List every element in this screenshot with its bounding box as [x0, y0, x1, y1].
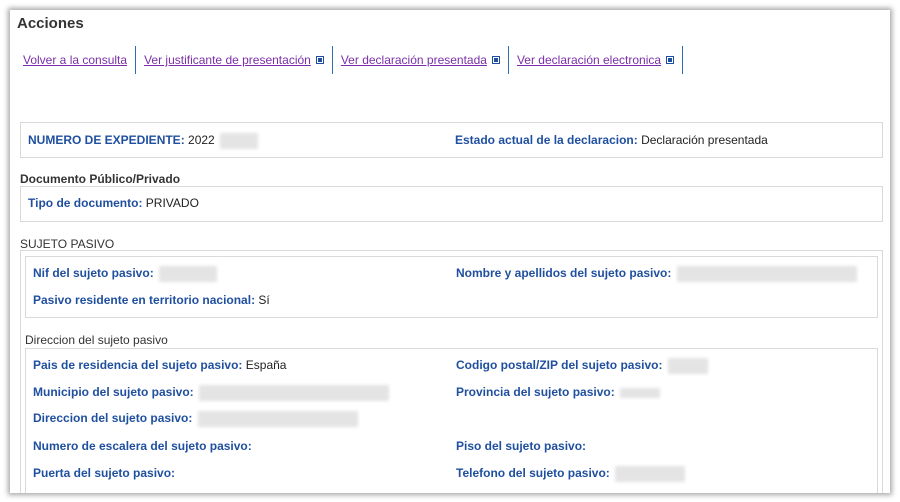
ver-declaracion-presentada-link[interactable]: Ver declaración presentada: [333, 46, 509, 74]
estado-row: Estado actual de la declaracion: Declara…: [455, 133, 768, 147]
municipio-label: Municipio del sujeto pasivo:: [33, 385, 194, 400]
redacted-block: [220, 133, 259, 149]
provincia-row: Provincia del sujeto pasivo:: [456, 385, 661, 399]
piso-label: Piso del sujeto pasivo:: [456, 439, 587, 453]
sujeto-section-label: SUJETO PASIVO: [20, 237, 115, 251]
pais-value: España: [245, 358, 287, 372]
ver-declaracion-presentada-label: Ver declaración presentada: [340, 53, 487, 67]
tipo-documento-row: Tipo de documento: PRIVADO: [28, 196, 199, 210]
acciones-title: Acciones: [17, 15, 84, 32]
direccion-section-label: Direccion del sujeto pasivo: [25, 333, 168, 347]
residente-label: Pasivo residente en territorio nacional:: [33, 293, 256, 307]
escalera-label: Numero de escalera del sujeto pasivo:: [33, 439, 252, 453]
escalera-row: Numero de escalera del sujeto pasivo:: [33, 439, 252, 453]
puerta-label: Puerta del sujeto pasivo:: [33, 466, 176, 480]
nombre-label: Nombre y apellidos del sujeto pasivo:: [456, 266, 672, 281]
pais-row: Pais de residencia del sujeto pasivo: Es…: [33, 358, 286, 372]
expediente-row: NUMERO DE EXPEDIENTE: 2022: [28, 133, 259, 149]
sujeto-outer-box: Nif del sujeto pasivo: Nombre y apellido…: [20, 250, 883, 493]
direccion-row: Direccion del sujeto pasivo:: [33, 411, 358, 427]
redacted-block: [676, 266, 857, 282]
codigo-postal-label: Codigo postal/ZIP del sujeto pasivo:: [456, 358, 663, 373]
direccion-label: Direccion del sujeto pasivo:: [33, 411, 193, 426]
redacted-block: [615, 466, 686, 482]
direccion-box: Pais de residencia del sujeto pasivo: Es…: [25, 348, 878, 493]
puerta-row: Puerta del sujeto pasivo:: [33, 466, 175, 480]
piso-row: Piso del sujeto pasivo:: [456, 439, 586, 453]
content-panel: Acciones Volver a la consulta Ver justif…: [10, 10, 890, 493]
volver-consulta-label: Volver a la consulta: [23, 53, 128, 67]
expediente-box: NUMERO DE EXPEDIENTE: 2022 Estado actual…: [20, 122, 883, 158]
telefono-label: Telefono del sujeto pasivo:: [456, 466, 610, 481]
sujeto-section-title: SUJETO PASIVO: [20, 237, 114, 251]
ver-declaracion-electronica-label: Ver declaración electronica: [516, 53, 662, 67]
redacted-block: [197, 411, 358, 427]
telefono-row: Telefono del sujeto pasivo:: [456, 466, 686, 482]
nif-row: Nif del sujeto pasivo:: [33, 266, 218, 282]
nombre-row: Nombre y apellidos del sujeto pasivo:: [456, 266, 857, 282]
codigo-postal-row: Codigo postal/ZIP del sujeto pasivo:: [456, 358, 708, 374]
estado-value: Declaración presentada: [641, 133, 768, 147]
redacted-block: [667, 358, 708, 374]
external-link-icon: [491, 56, 500, 64]
volver-consulta-link[interactable]: Volver a la consulta: [14, 46, 137, 74]
redacted-block: [620, 387, 661, 398]
redacted-block: [159, 266, 218, 282]
residente-value: Sí: [258, 293, 270, 307]
pais-label: Pais de residencia del sujeto pasivo:: [33, 358, 243, 372]
municipio-row: Municipio del sujeto pasivo:: [33, 385, 390, 401]
expediente-value: 2022: [188, 133, 215, 148]
external-link-icon: [315, 56, 324, 64]
provincia-label: Provincia del sujeto pasivo:: [456, 385, 615, 399]
estado-label: Estado actual de la declaracion:: [455, 133, 638, 147]
residente-row: Pasivo residente en territorio nacional:…: [33, 293, 270, 307]
tipo-documento-value: PRIVADO: [145, 196, 199, 210]
direccion-section-title: Direccion del sujeto pasivo: [25, 333, 168, 347]
tipo-documento-label: Tipo de documento:: [28, 196, 143, 210]
documento-section-title: Documento Público/Privado: [20, 172, 181, 186]
actions-bar: Volver a la consulta Ver justificante de…: [14, 46, 684, 74]
redacted-block: [199, 385, 390, 401]
expediente-label: NUMERO DE EXPEDIENTE:: [28, 133, 185, 148]
ver-declaracion-electronica-link[interactable]: Ver declaración electronica: [509, 46, 684, 74]
nif-label: Nif del sujeto pasivo:: [33, 266, 154, 281]
sujeto-inner-box: Nif del sujeto pasivo: Nombre y apellido…: [25, 256, 878, 318]
documento-box: Tipo de documento: PRIVADO: [20, 186, 883, 222]
ver-justificante-link[interactable]: Ver justificante de presentación: [136, 46, 333, 74]
external-link-icon: [666, 56, 675, 64]
ver-justificante-label: Ver justificante de presentación: [144, 53, 311, 67]
